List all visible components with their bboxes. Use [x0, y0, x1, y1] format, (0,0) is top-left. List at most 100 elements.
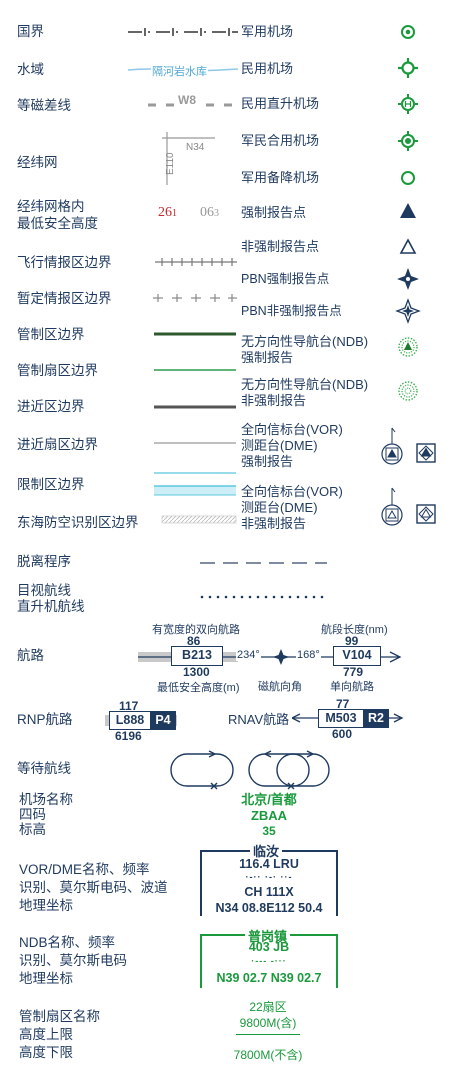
compulsory-point-icon	[400, 203, 416, 218]
label-sec-1: 管制扇区名称	[19, 1009, 100, 1024]
label-compulsory: 强制报告点	[241, 205, 307, 220]
ndb-morse: ·--- -···	[251, 956, 287, 966]
vor-morse: ·-·· ·-· ··-	[245, 872, 293, 882]
label-ctl-sector: 管制扇区边界	[17, 363, 98, 378]
civil-heliport-icon	[398, 94, 418, 114]
airport-elev: 35	[262, 824, 276, 838]
vor-coord: N34 08.8E112 50.4	[215, 901, 323, 915]
route-alt2: 779	[343, 665, 364, 679]
mil-alternate-icon	[401, 171, 415, 185]
label-vor-comp-3: 强制报告	[241, 454, 294, 469]
label-ndb-non-2: 非强制报告	[241, 393, 307, 408]
joint-airport-icon	[398, 131, 418, 151]
rnav-tag: R2	[363, 709, 389, 728]
label-vor-2: 识别、莫尔斯电码、波道	[19, 880, 168, 895]
label-noncompulsory: 非强制报告点	[241, 239, 320, 254]
route-bearing-b: 168°	[296, 649, 321, 661]
boundary-line	[128, 28, 238, 36]
label-vor-3: 地理坐标	[19, 898, 73, 913]
vor-channel: CH 111X	[244, 885, 294, 899]
vor-noncompulsory-square-icon	[416, 504, 436, 524]
label-ndb-1: NDB名称、频率	[19, 935, 116, 950]
label-ndb-comp-2: 强制报告	[241, 350, 294, 365]
label-visual-2: 直升机航线	[17, 599, 85, 614]
label-approach: 进近区边界	[17, 399, 85, 414]
fir-line	[155, 258, 237, 266]
label-sec-2: 高度上限	[19, 1027, 73, 1042]
ndb-freq: 403 JB	[248, 940, 290, 954]
sector-divider	[236, 1034, 300, 1035]
label-pbn-comp: PBN强制报告点	[241, 272, 330, 286]
label-vor-comp-1: 全向信标台(VOR)	[241, 422, 343, 437]
grid-n-label: N34	[186, 142, 205, 153]
route-ident-box: B213	[171, 646, 223, 666]
label-grid-alt-1: 经纬网格内	[17, 199, 85, 214]
label-ndb-comp-1: 无方向性导航台(NDB)	[241, 334, 369, 349]
label-sec-3: 高度下限	[19, 1045, 73, 1060]
pbn-compulsory-icon	[397, 268, 419, 290]
label-ap-3: 标高	[19, 822, 46, 837]
label-civil-heli: 民用直升机场	[241, 96, 320, 111]
label-grid: 经纬网	[17, 155, 58, 170]
route-oneway-label: 单向航路	[330, 681, 374, 693]
msa-red: 261	[158, 205, 177, 220]
label-grid-alt-2: 最低安全高度	[17, 216, 98, 231]
sector-lower: 7800M(不含)	[233, 1048, 303, 1062]
label-ndb-2: 识别、莫尔斯电码	[19, 953, 127, 968]
sector-upper: 9800M(含)	[239, 1016, 297, 1030]
water-name: 隔河岩水库	[151, 63, 208, 79]
grid-e-label: E110	[165, 152, 176, 175]
sector-name: 22扇区	[249, 1000, 287, 1014]
label-approach-sector: 进近扇区边界	[17, 437, 98, 452]
label-ndb-non-1: 无方向性导航台(NDB)	[241, 377, 369, 392]
pbn-noncompulsory-icon	[395, 298, 421, 324]
route-msa: 1300	[183, 665, 210, 679]
restricted-band	[154, 486, 236, 495]
rnp-tag: P4	[150, 711, 176, 730]
label-boundary: 国界	[17, 24, 44, 39]
label-tfir: 暂定情报区边界	[17, 291, 112, 306]
label-visual-1: 目视航线	[17, 583, 71, 598]
rnp-bottom: 6196	[115, 729, 142, 743]
label-mil-alt: 军用备降机场	[241, 170, 320, 185]
adiz-band	[161, 515, 237, 524]
vor-compulsory-square-icon	[416, 443, 436, 463]
label-rnp: RNP航路	[17, 712, 73, 727]
label-ap-2: 四码	[19, 807, 46, 822]
label-restricted: 限制区边界	[17, 477, 85, 492]
label-departure: 脱离程序	[17, 554, 71, 569]
route-ident2-box: V104	[333, 646, 381, 666]
label-holding: 等待航线	[17, 761, 71, 776]
label-fir: 飞行情报区边界	[17, 255, 112, 270]
label-water: 水域	[17, 62, 44, 77]
tfir-line	[153, 294, 237, 302]
rnp-ident: L888	[109, 711, 150, 730]
airport-name: 北京/首都	[241, 792, 297, 807]
route-waypoint-icon	[272, 649, 290, 665]
route-mag-label: 磁航向角	[258, 681, 302, 693]
departure-visual-lines	[200, 562, 327, 599]
ndb-coord: N39 02.7 N39 02.7	[216, 971, 322, 985]
point-symbols	[381, 25, 436, 526]
military-airport-icon	[401, 25, 415, 39]
civil-airport-icon	[398, 58, 418, 78]
vor-compulsory-icon	[381, 427, 403, 465]
label-vor-comp-2: 测距台(DME)	[241, 438, 318, 453]
rnav-ident: M503	[318, 709, 363, 728]
label-vor-non-3: 非强制报告	[241, 516, 307, 531]
label-civil: 民用机场	[241, 61, 294, 76]
airport-code: ZBAA	[250, 808, 288, 823]
label-military: 军用机场	[241, 24, 294, 39]
line-symbols	[127, 28, 239, 524]
label-ndb-3: 地理坐标	[19, 971, 73, 986]
isogonic-value: W8	[178, 93, 196, 107]
noncompulsory-point-icon	[399, 238, 417, 254]
route-bearing-a: 234°	[236, 649, 261, 661]
label-vor-non-2: 测距台(DME)	[241, 500, 318, 515]
ndb-noncompulsory-icon	[398, 381, 418, 401]
label-pbn-noncomp: PBN非强制报告点	[241, 304, 342, 318]
label-vor-1: VOR/DME名称、频率	[19, 862, 150, 877]
label-rnav: RNAV航路	[228, 712, 290, 727]
label-isogonic: 等磁差线	[17, 98, 71, 113]
route-msa-label: 最低安全高度(m)	[157, 682, 240, 694]
